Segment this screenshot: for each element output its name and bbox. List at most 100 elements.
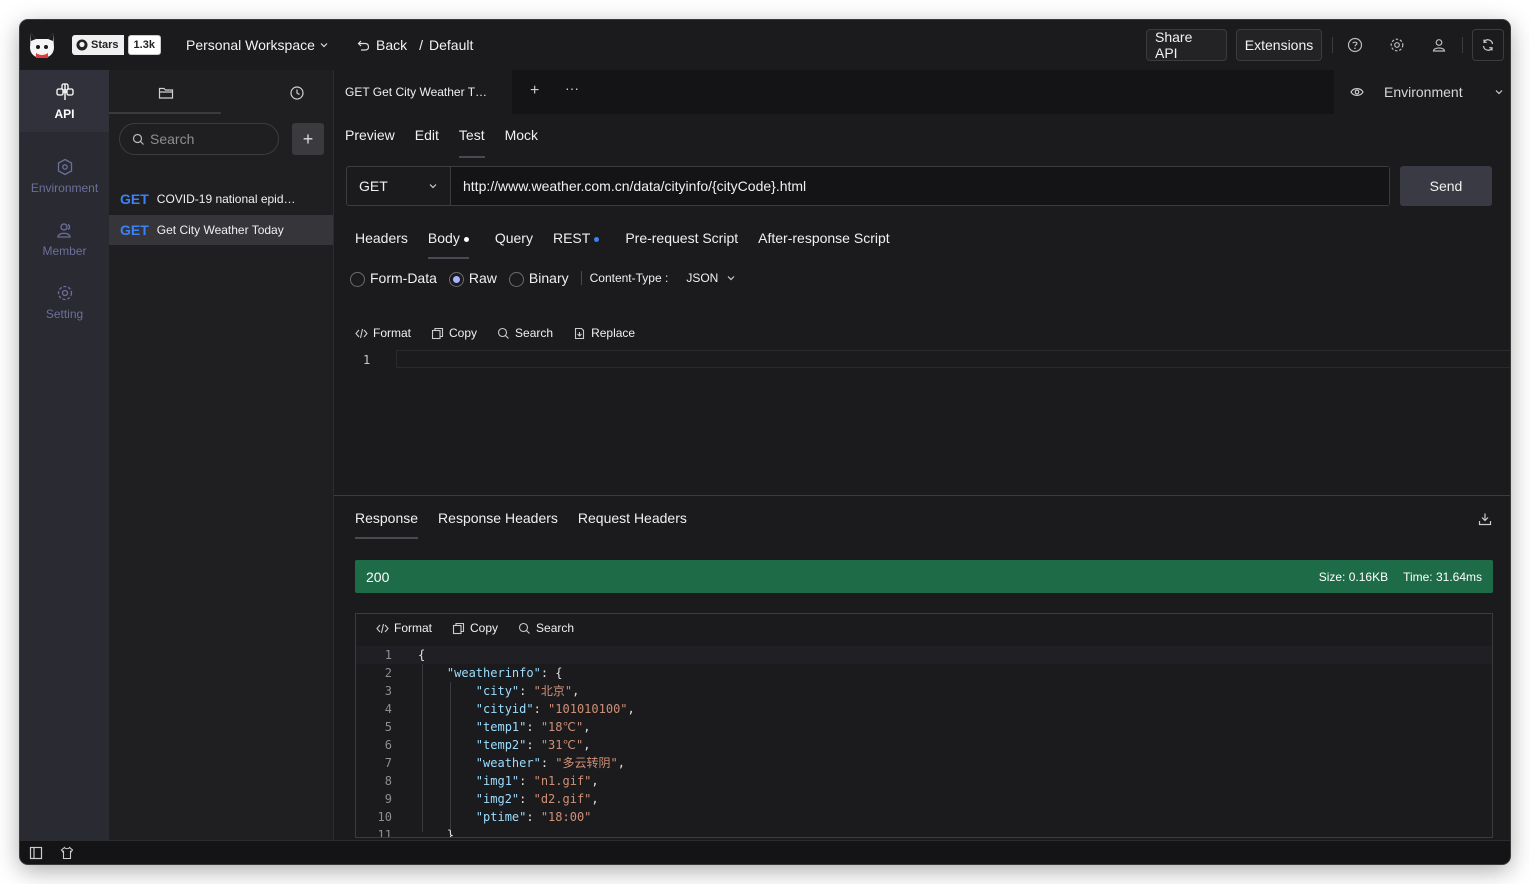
tab-body[interactable]: Body: [427, 230, 469, 259]
history-icon[interactable]: [288, 84, 306, 102]
tab-test[interactable]: Test: [458, 127, 485, 158]
line-number: 10: [377, 810, 392, 824]
search-input[interactable]: Search: [119, 123, 279, 155]
radio-binary[interactable]: Binary: [508, 270, 569, 287]
nav-label: API: [54, 106, 75, 121]
folder-icon[interactable]: [157, 84, 175, 102]
code-text: "temp1": "18℃",: [475, 720, 591, 734]
radio-circle: [508, 271, 524, 287]
left-nav: API Environment Member Setting: [20, 70, 109, 840]
line-number: 5: [384, 720, 392, 734]
method-value: GET: [359, 178, 388, 194]
format-button[interactable]: Format: [376, 621, 432, 635]
response-time: Time: 31.64ms: [1403, 569, 1482, 584]
line-number: 7: [384, 756, 392, 770]
divider: [1332, 37, 1333, 53]
nav-label: Environment: [30, 180, 99, 195]
method-select[interactable]: GET: [347, 167, 451, 205]
gear-icon[interactable]: [1388, 36, 1406, 54]
radio-form-data[interactable]: Form-Data: [350, 270, 437, 287]
tab-request-headers[interactable]: Request Headers: [578, 510, 687, 539]
replace-button[interactable]: Replace: [573, 326, 635, 340]
github-stars-label: Stars: [91, 39, 119, 51]
tab-response-headers[interactable]: Response Headers: [438, 510, 558, 539]
help-icon[interactable]: [1346, 36, 1364, 54]
bottom-bar: [20, 840, 1510, 864]
response-body-viewer: Format Copy Search 1{2 "weatherinfo": {3…: [355, 613, 1493, 838]
tab-query[interactable]: Query: [495, 230, 533, 259]
member-icon: [56, 222, 71, 238]
nav-label: Setting: [45, 306, 84, 321]
copy-button[interactable]: Copy: [431, 326, 477, 340]
radio-label: Raw: [468, 270, 497, 286]
share-api-button[interactable]: Share API: [1146, 29, 1227, 61]
code-line: 4 "cityid": "101010100",: [356, 700, 1492, 718]
tree-item[interactable]: GET Get City Weather Today: [109, 215, 333, 245]
request-body-editor[interactable]: 1: [334, 350, 1510, 496]
nav-item-api[interactable]: API: [20, 70, 109, 132]
tab-mock[interactable]: Mock: [505, 127, 538, 158]
copy-button[interactable]: Copy: [452, 621, 498, 635]
response-status-bar: 200 Size: 0.16KB Time: 31.64ms: [355, 560, 1493, 593]
code-text: {: [418, 648, 426, 662]
copy-icon: [452, 622, 465, 634]
radio-raw[interactable]: Raw: [448, 270, 497, 287]
back-link[interactable]: Back: [376, 37, 407, 53]
code-line: 9 "img2": "d2.gif",: [356, 790, 1492, 808]
search-button[interactable]: Search: [497, 326, 553, 340]
search-button[interactable]: Search: [518, 621, 574, 635]
format-button[interactable]: Format: [355, 326, 411, 340]
code-text: "weatherinfo": {: [446, 666, 563, 680]
tab-edit[interactable]: Edit: [415, 127, 439, 158]
workspace-label: Personal Workspace: [186, 37, 315, 53]
tab-rest[interactable]: REST: [553, 230, 600, 259]
line-number: 3: [384, 684, 392, 698]
tab-underline: [109, 112, 221, 114]
workspace-selector[interactable]: Personal Workspace: [186, 37, 329, 53]
code-line: 5 "temp1": "18℃",: [356, 718, 1492, 736]
more-tabs-button[interactable]: ···: [565, 80, 579, 96]
url-input[interactable]: http://www.weather.com.cn/data/cityinfo/…: [451, 167, 1389, 205]
tab-preview[interactable]: Preview: [345, 127, 395, 158]
send-button[interactable]: Send: [1400, 166, 1492, 206]
tree-item-name: Get City Weather Today: [156, 223, 284, 237]
content-type-select[interactable]: JSON: [686, 271, 736, 285]
tab-headers[interactable]: Headers: [355, 230, 408, 259]
extensions-button[interactable]: Extensions: [1236, 29, 1322, 61]
eye-icon[interactable]: [1350, 85, 1364, 99]
download-icon[interactable]: [1478, 512, 1492, 526]
add-api-button[interactable]: +: [292, 123, 324, 155]
tab-get-city-weather[interactable]: GET Get City Weather T…: [334, 70, 512, 114]
method-badge: GET: [120, 222, 149, 238]
response-meta: Size: 0.16KB Time: 31.64ms: [1319, 570, 1482, 584]
github-icon: [76, 39, 88, 51]
code-line: 2 "weatherinfo": {: [356, 664, 1492, 682]
app-logo-icon[interactable]: [28, 29, 56, 59]
tab-after-response-script[interactable]: After-response Script: [758, 230, 890, 259]
shirt-icon[interactable]: [60, 846, 74, 860]
code-line: 8 "img1": "n1.gif",: [356, 772, 1492, 790]
method-badge: GET: [120, 191, 149, 207]
environment-selector[interactable]: Environment: [1334, 70, 1510, 114]
nav-item-setting[interactable]: Setting: [20, 271, 109, 333]
refresh-button[interactable]: [1472, 29, 1504, 61]
line-number: 9: [384, 792, 392, 806]
github-stars-badge[interactable]: Stars 1.3k: [72, 35, 161, 55]
code-line: 6 "temp2": "31℃",: [356, 736, 1492, 754]
replace-label: Replace: [591, 326, 636, 340]
tree-item[interactable]: GET COVID-19 national epid…: [109, 184, 333, 214]
chevron-down-icon: [320, 43, 328, 48]
environment-label: Environment: [1384, 84, 1463, 100]
divider: [1462, 37, 1463, 53]
new-tab-button[interactable]: +: [530, 82, 539, 100]
nav-item-member[interactable]: Member: [20, 208, 109, 270]
current-line: [396, 350, 1510, 368]
nav-item-environment[interactable]: Environment: [20, 145, 109, 207]
tab-pre-request-script[interactable]: Pre-request Script: [625, 230, 738, 259]
line-number: 2: [384, 666, 392, 680]
sidebar-toggle-icon[interactable]: [29, 846, 43, 860]
refresh-icon: [1482, 39, 1494, 51]
user-icon[interactable]: [1430, 36, 1448, 54]
line-number: 8: [384, 774, 392, 788]
tab-response[interactable]: Response: [355, 510, 419, 539]
